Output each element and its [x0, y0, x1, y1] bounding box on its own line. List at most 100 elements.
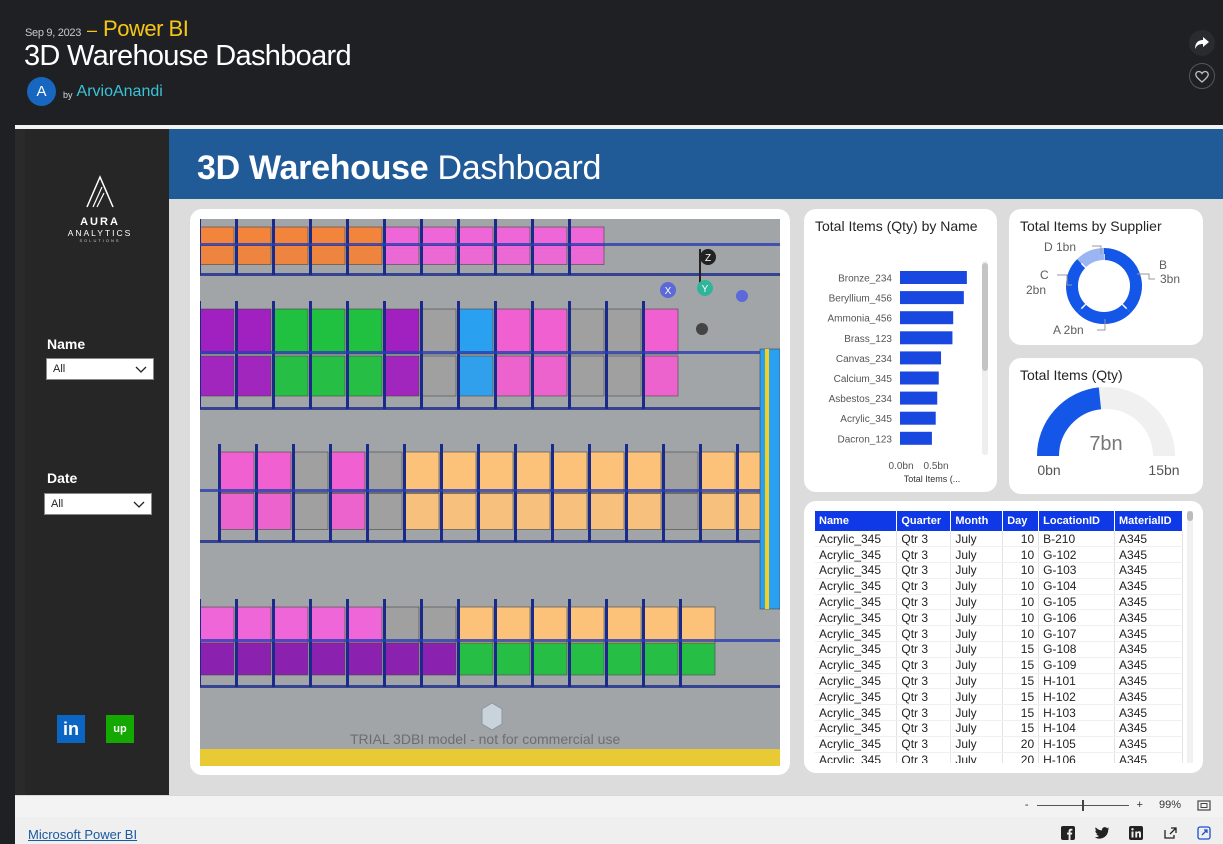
zoom-out-button[interactable]: - — [1025, 799, 1029, 811]
avatar[interactable]: A — [27, 77, 56, 106]
shelf-box — [495, 355, 531, 397]
items-table-scroll[interactable]: Name Quarter Month Day LocationID MaterialID … — [815, 511, 1183, 763]
table-cell: July — [950, 531, 1004, 548]
shelf-box — [458, 355, 494, 397]
column-header[interactable]: MaterialID — [1114, 511, 1183, 531]
column-header[interactable]: Quarter — [896, 511, 952, 531]
shelf-box — [273, 308, 309, 355]
table-row[interactable]: Acrylic_345 Qtr 3 July 10 G-107 A345 — [815, 625, 1183, 643]
rack-upright — [531, 599, 534, 687]
microsoft-power-bi-link[interactable]: Microsoft Power BI — [28, 827, 137, 842]
shelf-box — [310, 606, 346, 644]
total-items-gauge: 7bn 0bn 15bn — [1037, 387, 1180, 478]
table-cell: 10 — [1002, 594, 1040, 611]
column-header[interactable]: Name — [815, 511, 898, 531]
table-cell: 10 — [1002, 546, 1040, 564]
meta-dash: – — [87, 20, 98, 40]
table-cell: H-104 — [1038, 720, 1116, 737]
like-button[interactable] — [1189, 63, 1215, 89]
facebook-icon[interactable] — [1059, 825, 1077, 841]
linkedin-icon[interactable]: in — [57, 715, 85, 743]
table-row[interactable]: Acrylic_345 Qtr 3 July 20 H-106 A345 — [815, 752, 1183, 763]
rack-upright — [477, 444, 480, 542]
shelf-box — [643, 308, 679, 355]
rack-upright — [736, 444, 739, 542]
warehouse-3d-view[interactable]: Z X Y TRIAL 3DBI model - not for commercia… — [190, 209, 790, 775]
shelf-box — [330, 493, 366, 530]
twitter-icon[interactable] — [1093, 825, 1111, 841]
name-slicer-label: Name — [47, 336, 86, 352]
rack-upright — [200, 301, 201, 409]
zoom-slider[interactable] — [1036, 799, 1129, 811]
table-row[interactable]: Acrylic_345 Qtr 3 July 15 H-103 A345 — [815, 704, 1183, 722]
shelf-box — [404, 451, 440, 493]
table-scroll-thumb[interactable] — [1187, 511, 1193, 521]
fit-to-page-icon[interactable] — [1197, 799, 1211, 811]
donut-slice — [1066, 259, 1086, 313]
table-row[interactable]: Acrylic_345 Qtr 3 July 10 G-106 A345 — [815, 609, 1183, 627]
table-cell: 10 — [1002, 609, 1040, 627]
name-slicer-dropdown[interactable]: All — [46, 358, 154, 380]
author-link[interactable]: ArvioAnandi — [77, 83, 163, 101]
table-scrollbar[interactable] — [1187, 511, 1193, 763]
gauge-min-label: 0bn — [1037, 462, 1060, 478]
table-row[interactable]: Acrylic_345 Qtr 3 July 10 G-105 A345 — [815, 594, 1183, 611]
rack-upright — [420, 219, 423, 275]
table-cell: July — [950, 657, 1004, 674]
table-row[interactable]: Acrylic_345 Qtr 3 July 15 G-108 A345 — [815, 641, 1183, 658]
rack-upright — [568, 219, 571, 275]
shelf-box — [458, 308, 494, 355]
upwork-icon[interactable]: up — [106, 715, 134, 743]
bar-category-label: Asbestos_234 — [829, 394, 893, 405]
shelf-box — [700, 451, 736, 493]
shelf-box — [458, 245, 494, 265]
shelf-box — [256, 451, 292, 493]
table-cell: Qtr 3 — [896, 752, 952, 763]
linkedin-share-icon[interactable] — [1127, 825, 1145, 841]
zoom-in-button[interactable]: + — [1137, 799, 1143, 811]
share-link-icon[interactable] — [1161, 825, 1179, 841]
rack-upright — [588, 444, 591, 542]
shelf-box — [293, 451, 329, 493]
table-cell: A345 — [1114, 720, 1183, 737]
rack-beam — [200, 540, 780, 543]
donut-label-d: D 1bn — [1044, 240, 1076, 254]
table-row[interactable]: Acrylic_345 Qtr 3 July 15 H-104 A345 — [815, 720, 1183, 737]
table-row[interactable]: Acrylic_345 Qtr 3 July 15 H-101 A345 — [815, 673, 1183, 690]
table-cell: July — [950, 720, 1004, 737]
rack-upright — [218, 444, 221, 542]
shelf-box — [589, 451, 625, 493]
bar — [900, 271, 967, 284]
shelf-box — [643, 642, 679, 676]
table-row[interactable]: Acrylic_345 Qtr 3 July 15 H-102 A345 — [815, 688, 1183, 706]
table-row[interactable]: Acrylic_345 Qtr 3 July 10 G-102 A345 — [815, 546, 1183, 564]
table-cell: G-108 — [1038, 641, 1116, 658]
shelf-box — [569, 245, 605, 265]
table-row[interactable]: Acrylic_345 Qtr 3 July 20 H-105 A345 — [815, 736, 1183, 753]
side-rack — [759, 348, 780, 610]
table-cell: A345 — [1114, 752, 1183, 763]
column-header[interactable]: Month — [950, 511, 1004, 531]
date-slicer-dropdown[interactable]: All — [44, 493, 152, 515]
column-header[interactable]: Day — [1002, 511, 1040, 531]
table-row[interactable]: Acrylic_345 Qtr 3 July 10 G-103 A345 — [815, 562, 1183, 579]
shelf-box — [200, 308, 235, 355]
product-name: Power BI — [103, 16, 189, 41]
table-row[interactable]: Acrylic_345 Qtr 3 July 10 B-210 A345 — [815, 531, 1183, 548]
table-cell: 15 — [1002, 673, 1040, 690]
table-cell: H-101 — [1038, 673, 1116, 690]
rack-upright — [235, 599, 238, 687]
table-cell: July — [950, 752, 1004, 763]
warehouse-3d-scene[interactable]: Z X Y TRIAL 3DBI model - not for commercia… — [200, 219, 780, 766]
donut-slice — [1103, 248, 1142, 313]
shelf-box — [495, 606, 531, 644]
table-row[interactable]: Acrylic_345 Qtr 3 July 10 G-104 A345 — [815, 578, 1183, 595]
chevron-down-icon — [133, 501, 145, 508]
shelf-box — [589, 493, 625, 530]
popout-icon[interactable] — [1195, 825, 1213, 841]
rack-upright — [420, 599, 423, 687]
share-button[interactable] — [1189, 30, 1215, 56]
column-header[interactable]: LocationID — [1038, 511, 1116, 531]
table-row[interactable]: Acrylic_345 Qtr 3 July 15 G-109 A345 — [815, 657, 1183, 674]
zoom-slider-thumb[interactable] — [1081, 799, 1084, 811]
